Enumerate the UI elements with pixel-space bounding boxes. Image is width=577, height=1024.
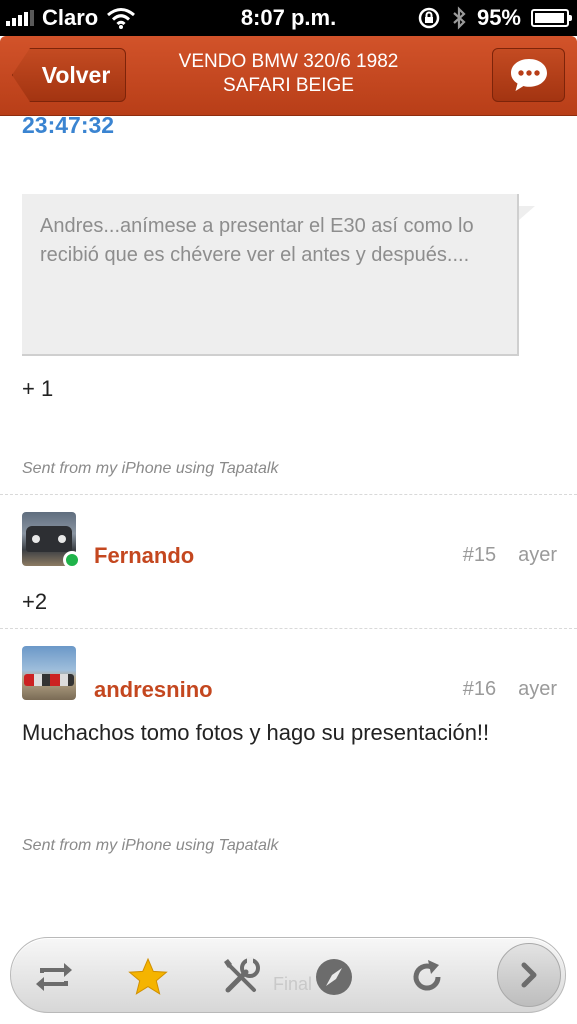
post-number: #16	[462, 678, 497, 700]
post-number: #15	[462, 544, 497, 566]
avatar-andresnino[interactable]	[22, 646, 76, 700]
battery-percent: 95%	[476, 5, 521, 30]
favorite-button[interactable]	[123, 952, 173, 1002]
next-page-button[interactable]	[497, 943, 561, 1007]
post-divider	[0, 628, 577, 629]
chat-bubble-icon	[510, 59, 547, 91]
quote-block: Andres...anímese a presentar el E30 así …	[22, 194, 519, 356]
status-right: 95%	[417, 5, 572, 31]
repost-button[interactable]	[29, 952, 79, 1002]
post-signature: Sent from my iPhone using Tapatalk	[22, 837, 279, 854]
post-date: ayer	[518, 544, 557, 566]
post-meta-16: #16 ayer	[463, 678, 557, 701]
tools-button[interactable]	[216, 952, 266, 1002]
status-bar: Claro 8:07 p.m. 95%	[0, 0, 577, 36]
bottom-toolbar: Final	[10, 937, 566, 1013]
reply-button[interactable]	[492, 48, 565, 102]
username-andresnino[interactable]: andresnino	[94, 677, 213, 703]
tools-icon	[224, 957, 260, 993]
repost-icon	[36, 963, 72, 991]
rotation-lock-icon	[418, 7, 440, 29]
post-date: ayer	[518, 678, 557, 700]
post-divider	[0, 494, 577, 495]
post-body: + 1	[22, 376, 54, 401]
battery-fill	[535, 13, 564, 23]
thread-title-line1: VENDO BMW 320/6 1982	[178, 51, 399, 72]
post-body-16: Muchachos tomo fotos y hago su presentac…	[22, 720, 490, 745]
bluetooth-icon	[453, 6, 466, 30]
post-body-15: +2	[22, 589, 48, 614]
username-fernando[interactable]: Fernando	[94, 543, 194, 569]
post-signature: Sent from my iPhone using Tapatalk	[22, 460, 279, 477]
post-timestamp: 23:47:32	[22, 112, 115, 138]
refresh-button[interactable]	[402, 952, 452, 1002]
nav-bar: Volver VENDO BMW 320/6 1982 SAFARI BEIGE	[0, 36, 577, 116]
chevron-right-icon	[521, 962, 537, 988]
back-button[interactable]: Volver	[12, 48, 126, 102]
battery-icon	[531, 9, 572, 27]
browse-button[interactable]	[309, 952, 359, 1002]
post-meta-15: #15 ayer	[463, 544, 557, 567]
toolbar-ghost-label: Final	[273, 974, 313, 994]
compass-icon	[316, 959, 352, 995]
online-status-indicator	[63, 551, 81, 569]
refresh-icon	[413, 960, 441, 991]
thread-title-line2: SAFARI BEIGE	[223, 75, 354, 96]
star-icon	[128, 957, 168, 995]
quote-fold-corner	[519, 206, 535, 220]
thread-title: VENDO BMW 320/6 1982 SAFARI BEIGE	[140, 50, 437, 98]
